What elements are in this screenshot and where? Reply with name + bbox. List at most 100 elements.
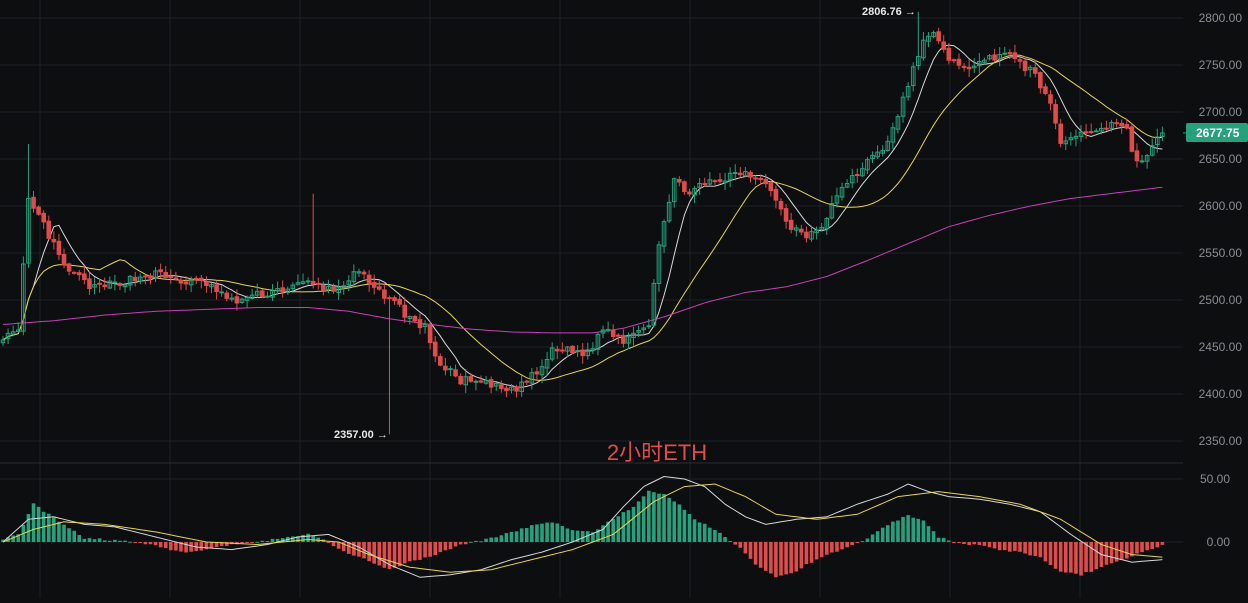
candle-body (148, 275, 153, 279)
candle-body (621, 334, 626, 344)
candle-body (82, 273, 87, 281)
macd-histogram-bar (708, 527, 712, 542)
macd-histogram-bar (1038, 542, 1043, 558)
candle-body (432, 341, 438, 357)
candle-body (1134, 150, 1140, 162)
macd-dif-line (2, 475, 1163, 578)
macd-histogram-bar (107, 540, 112, 542)
macd-histogram-bar (153, 542, 158, 546)
macd-histogram-bar (901, 516, 905, 542)
price-tick-label: 2650.00 (1199, 152, 1243, 166)
macd-histogram-bar (143, 542, 148, 545)
candle-body (992, 54, 997, 61)
candle-body (1124, 124, 1130, 129)
macd-histogram-bar (189, 542, 193, 552)
high-price-label: 2806.76 → (862, 6, 916, 18)
macd-histogram-bar (580, 531, 585, 542)
candle-body (193, 277, 199, 280)
price-tick-label: 2800.00 (1199, 11, 1243, 25)
macd-histogram-bar (97, 538, 102, 542)
macd-histogram-bar (326, 542, 331, 544)
candle-body (1129, 126, 1135, 152)
candle-body (183, 281, 189, 285)
candle-body (799, 228, 804, 233)
candles (0, 11, 1165, 435)
macd-histogram-bar (102, 540, 107, 542)
macd-histogram-bar (1079, 542, 1083, 576)
candle-body (265, 295, 270, 298)
macd-histogram-bar (509, 531, 514, 542)
macd-histogram-bar (697, 522, 702, 542)
macd-histogram-bar (397, 542, 402, 567)
macd-histogram-bar (72, 530, 76, 542)
macd-histogram-bar (270, 538, 275, 542)
macd-histogram-bar (733, 542, 738, 545)
macd-histogram-bar (657, 493, 661, 542)
macd-histogram-bar (199, 542, 204, 551)
macd-histogram-bar (67, 528, 71, 542)
price-tick-label: 2550.00 (1199, 246, 1243, 260)
macd-histogram-bar (667, 497, 671, 542)
macd-histogram-bar (1063, 542, 1068, 573)
macd-histogram-bar (1155, 542, 1160, 548)
candle-body (361, 271, 367, 275)
macd-histogram-bar (519, 528, 524, 542)
candle-body (514, 386, 519, 392)
current-price-tag: 2677.75 (1186, 123, 1248, 142)
macd-histogram-bar (504, 533, 509, 542)
candle-body (366, 274, 372, 284)
macd-histogram-bar (646, 490, 651, 542)
candle-body (610, 329, 616, 338)
macd-histogram-bar (931, 531, 936, 542)
macd-histogram-bar (738, 542, 743, 548)
macd-histogram-bar (626, 510, 631, 542)
macd-histogram-bar (692, 519, 697, 542)
candle-body (453, 369, 458, 377)
macd-histogram-bar (652, 492, 656, 542)
macd-histogram-bar (306, 533, 310, 542)
macd-histogram-bar (982, 542, 987, 546)
macd-histogram-bar (631, 506, 636, 542)
candle-body (732, 172, 738, 175)
candle-body (615, 334, 621, 337)
macd-histogram-bar (1150, 542, 1155, 549)
macd-histogram-bar (311, 535, 315, 542)
price-tick-label: 2600.00 (1199, 199, 1243, 213)
macd-histogram-bar (545, 522, 549, 542)
candle-body (51, 238, 57, 243)
candle-body (163, 272, 169, 278)
candle-body (804, 231, 809, 239)
macd-histogram-bar (413, 542, 417, 561)
candle-body (387, 297, 392, 300)
macd-histogram-bar (128, 541, 132, 543)
macd-histogram-bar (428, 542, 432, 557)
candle-body (712, 180, 718, 183)
macd-histogram-bar (1074, 542, 1078, 574)
macd-histogram-bar (62, 524, 66, 542)
candle-body (961, 65, 967, 68)
candle-body (499, 384, 504, 390)
candle-body (158, 269, 163, 273)
candle-body (97, 282, 102, 285)
candle-body (504, 387, 509, 392)
candle-body (748, 171, 753, 178)
price-tick-label: 2700.00 (1199, 105, 1243, 119)
current-price-value: 2677.75 (1196, 126, 1240, 140)
candle-body (1002, 52, 1008, 55)
candle-body (229, 297, 235, 300)
macd-histogram-bar (875, 531, 880, 542)
macd-histogram-bar (713, 530, 717, 542)
candle-body (702, 183, 708, 186)
macd-histogram-bar (1109, 542, 1114, 564)
candle-body (946, 47, 952, 61)
macd-histogram-bar (830, 542, 834, 553)
macd-histogram-bar (769, 542, 773, 574)
macd-histogram-bar (433, 542, 438, 556)
macd-histogram-bar (174, 542, 178, 551)
macd-histogram-bar (896, 520, 900, 542)
candle-body (331, 286, 336, 292)
macd-histogram-bar (443, 542, 448, 551)
candle-body (783, 208, 789, 222)
macd-histogram-bar (845, 542, 849, 548)
macd-histogram-bar (779, 542, 783, 576)
